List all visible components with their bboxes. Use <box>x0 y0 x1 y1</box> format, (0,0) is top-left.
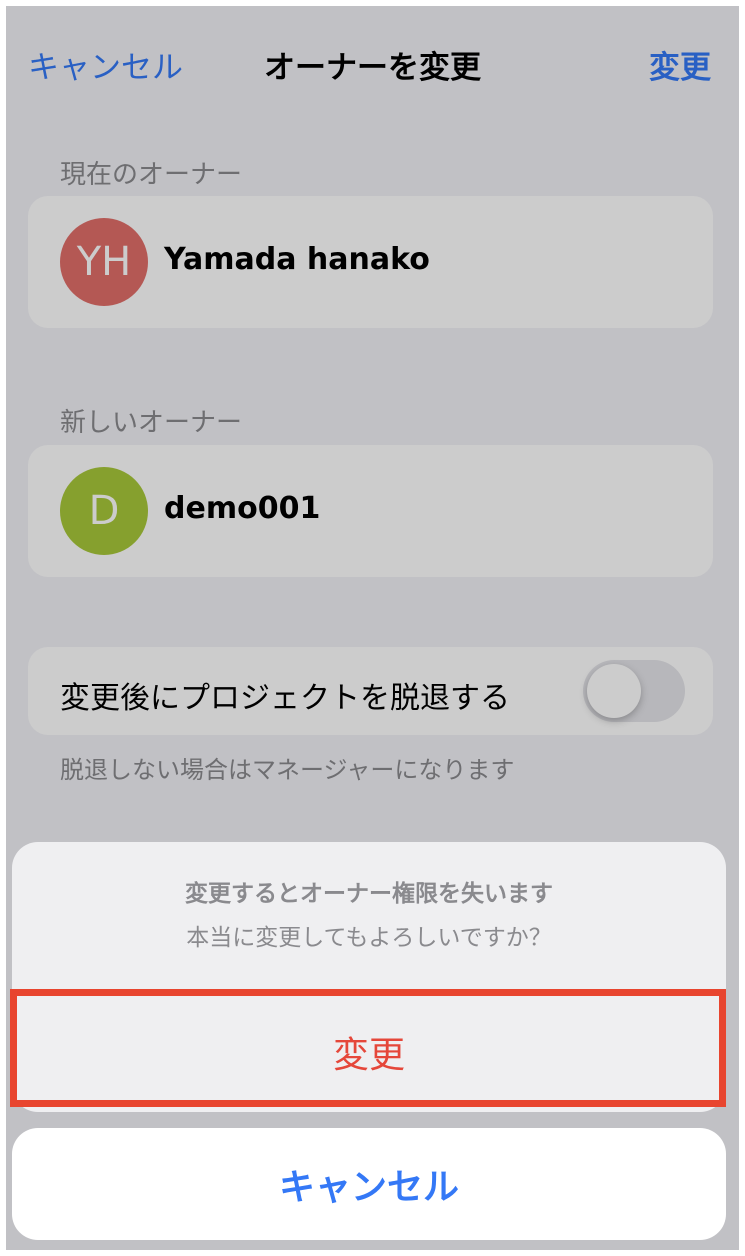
action-sheet-message: 本当に変更してもよろしいですか？ <box>186 925 552 951</box>
highlight-frame <box>10 989 726 1107</box>
action-sheet-header: 変更するとオーナー権限を失います 本当に変更してもよろしいですか？ <box>12 842 726 990</box>
action-sheet-cancel-button[interactable]: キャンセル <box>12 1128 726 1240</box>
action-sheet-title: 変更するとオーナー権限を失います <box>185 881 553 907</box>
